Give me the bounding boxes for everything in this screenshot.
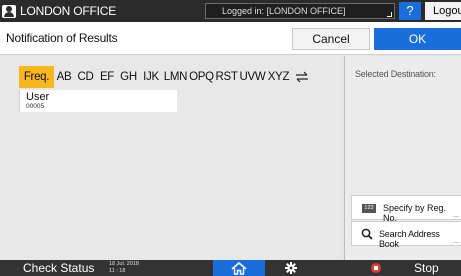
tab-ef[interactable]: EF — [97, 66, 117, 88]
stop-button[interactable]: Stop — [414, 261, 439, 275]
search-address-book-label: Search Address Book — [379, 229, 440, 249]
search-address-book-button[interactable]: Search Address Book ... — [351, 221, 461, 249]
user-name: LONDON OFFICE — [20, 4, 117, 18]
user-area: LONDON OFFICE — [2, 2, 116, 20]
moon-icon[interactable] — [455, 4, 461, 16]
date-text: 18 Jul. 2018 — [109, 261, 139, 267]
stop-icon[interactable] — [371, 263, 381, 273]
ok-button[interactable]: OK — [374, 28, 461, 50]
specify-by-reg-no-button[interactable]: 123 Specify by Reg. No. ... — [351, 195, 461, 223]
home-icon — [231, 261, 247, 275]
bottom-bar: Check Status 18 Jul. 2018 11 : 18 Stop — [0, 260, 461, 276]
more-indicator: ... — [453, 212, 459, 219]
time-text: 11 : 18 — [109, 268, 126, 274]
tab-lmn[interactable]: LMN — [162, 66, 189, 88]
top-bar: LONDON OFFICE Logged in: [LONDON OFFICE]… — [0, 0, 461, 22]
entry-name: User — [26, 91, 50, 103]
reg-number-icon: 123 — [362, 204, 376, 213]
selected-destination-panel: Selected Destination: 123 Specify by Reg… — [344, 56, 461, 260]
destination-entry[interactable]: User 00005 — [19, 90, 177, 112]
tab-uvw[interactable]: UVW — [239, 66, 266, 88]
search-icon — [361, 228, 373, 240]
tab-rst[interactable]: RST — [214, 66, 239, 88]
tab-opq[interactable]: OPQ — [189, 66, 214, 88]
check-status-button[interactable]: Check Status — [23, 261, 94, 275]
help-button[interactable]: ? — [399, 2, 421, 20]
gear-icon[interactable] — [285, 262, 297, 274]
selected-destination-label: Selected Destination: — [355, 69, 436, 79]
tab-gh[interactable]: GH — [117, 66, 140, 88]
swap-icon[interactable] — [291, 66, 313, 88]
login-status-text: Logged in: [LONDON OFFICE] — [222, 6, 346, 16]
page-title: Notification of Results — [6, 31, 118, 45]
more-indicator: ... — [453, 238, 459, 245]
entry-number: 00005 — [26, 103, 45, 110]
title-bar: Notification of Results Cancel OK — [0, 22, 461, 55]
tab-ab[interactable]: AB — [54, 66, 74, 88]
date-time: 18 Jul. 2018 11 : 18 — [109, 261, 139, 275]
index-tabs: Freq. AB CD EF GH IJK LMN OPQ RST UVW XY… — [19, 66, 313, 88]
reg-no-label: Specify by Reg. No. — [383, 203, 447, 223]
home-button[interactable] — [213, 260, 265, 276]
tab-cd[interactable]: CD — [74, 66, 97, 88]
tab-ijk[interactable]: IJK — [140, 66, 162, 88]
tab-xyz[interactable]: XYZ — [266, 66, 291, 88]
expand-corner-icon — [387, 12, 392, 17]
user-icon — [2, 4, 16, 18]
address-book-panel: Freq. AB CD EF GH IJK LMN OPQ RST UVW XY… — [0, 56, 342, 260]
login-status: Logged in: [LONDON OFFICE] — [205, 3, 395, 19]
cancel-button[interactable]: Cancel — [292, 28, 370, 50]
tab-freq[interactable]: Freq. — [19, 66, 54, 88]
